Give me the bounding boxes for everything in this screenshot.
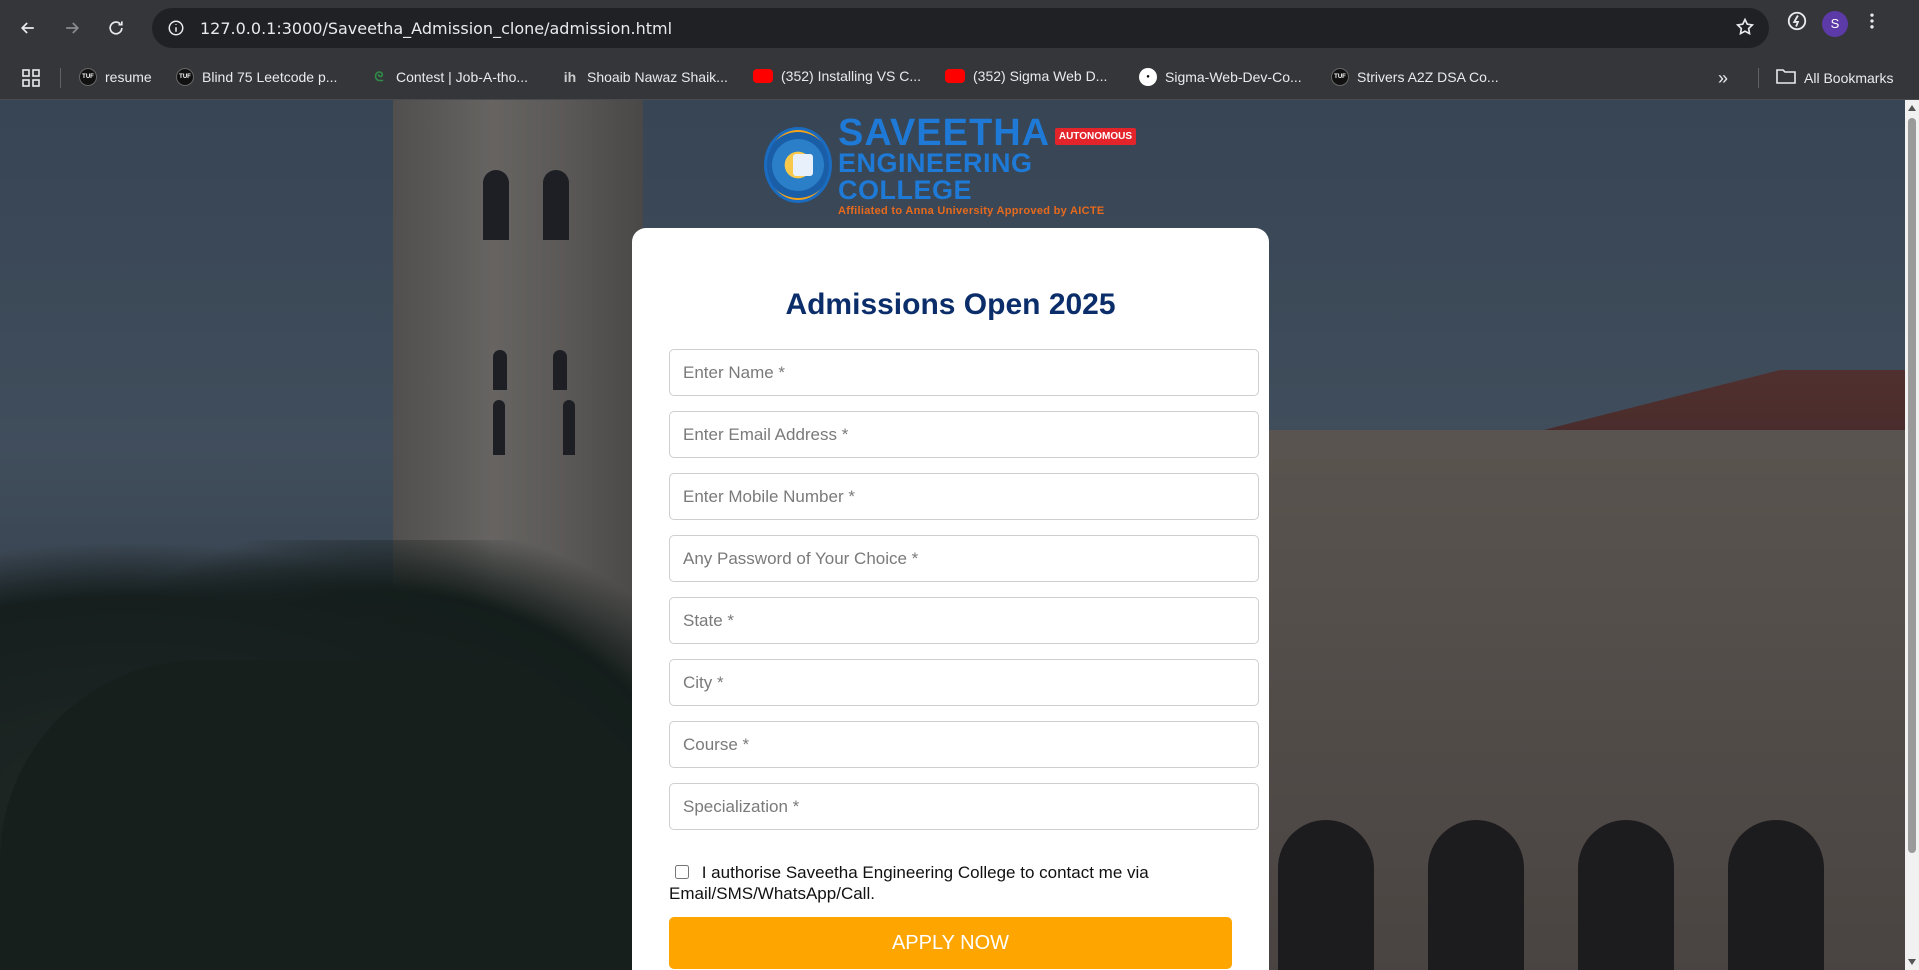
- bookmark-label: Shoaib Nawaz Shaik...: [587, 69, 728, 85]
- specialization-input[interactable]: [669, 783, 1259, 830]
- github-icon: ●: [1139, 68, 1157, 86]
- arrow-left-icon: [20, 22, 34, 34]
- bookmark-item[interactable]: TUF Blind 75 Leetcode p...: [176, 68, 337, 86]
- address-bar[interactable]: 127.0.0.1:3000/Saveetha_Admission_clone/…: [152, 8, 1769, 48]
- tuf-icon: TUF: [1331, 68, 1349, 86]
- tuf-icon: TUF: [79, 68, 97, 86]
- logo-line-3: Affiliated to Anna University Approved b…: [837, 204, 1105, 217]
- consent-text: I authorise Saveetha Engineering College…: [669, 863, 1149, 903]
- gfg-icon: ᘓ: [374, 69, 384, 84]
- scrollbar-thumb[interactable]: [1908, 118, 1916, 853]
- bookmark-label: Contest | Job-A-tho...: [396, 69, 529, 85]
- apply-now-button[interactable]: APPLY NOW: [669, 917, 1232, 969]
- state-input[interactable]: [669, 597, 1259, 644]
- ih-icon: ih: [563, 69, 577, 85]
- apps-grid-icon[interactable]: [22, 69, 40, 92]
- menu-kebab-icon[interactable]: [1862, 11, 1882, 36]
- bookmark-label: (352) Sigma Web D...: [973, 68, 1108, 84]
- browser-toolbar: 127.0.0.1:3000/Saveetha_Admission_clone/…: [0, 0, 1919, 56]
- forward-button[interactable]: [54, 10, 90, 46]
- consent-checkbox[interactable]: [675, 865, 689, 879]
- bookmark-item[interactable]: TUF Strivers A2Z DSA Co...: [1331, 68, 1499, 86]
- logo-line-2: ENGINEERING COLLEGE: [837, 147, 1033, 205]
- arrow-right-icon: [66, 22, 80, 34]
- url-text: 127.0.0.1:3000/Saveetha_Admission_clone/…: [200, 18, 673, 38]
- scroll-up-icon[interactable]: [1908, 105, 1916, 111]
- page-scrollbar[interactable]: [1905, 100, 1919, 970]
- bookmark-item[interactable]: ih Shoaib Nawaz Shaik...: [561, 68, 728, 86]
- college-logo: SAVEETHA ENGINEERING COLLEGE Affiliated …: [764, 114, 1136, 216]
- admission-form-card: Admissions Open 2025 I authorise Saveeth…: [632, 228, 1269, 970]
- bookmark-item[interactable]: (352) Sigma Web D...: [945, 68, 1107, 84]
- reload-button[interactable]: [98, 10, 134, 46]
- email-input[interactable]: [669, 411, 1259, 458]
- course-input[interactable]: [669, 721, 1259, 768]
- all-bookmarks-button[interactable]: All Bookmarks: [1776, 68, 1893, 87]
- bookmark-label: Strivers A2Z DSA Co...: [1357, 69, 1499, 85]
- tuf-icon: TUF: [176, 68, 194, 86]
- bookmark-label: Blind 75 Leetcode p...: [202, 69, 338, 85]
- password-input[interactable]: [669, 535, 1259, 582]
- consent-row: I authorise Saveetha Engineering College…: [669, 862, 1229, 904]
- bookmark-item[interactable]: ᘓ Contest | Job-A-tho...: [370, 68, 528, 86]
- profile-avatar[interactable]: S: [1822, 10, 1848, 37]
- autonomous-badge: AUTONOMOUS: [1054, 128, 1136, 145]
- bookmark-item[interactable]: (352) Installing VS C...: [753, 68, 921, 84]
- back-button[interactable]: [10, 10, 46, 46]
- bookmark-label: Sigma-Web-Dev-Co...: [1165, 69, 1302, 85]
- bookmark-label: resume: [105, 69, 152, 85]
- city-input[interactable]: [669, 659, 1259, 706]
- college-emblem-icon: [764, 127, 832, 203]
- youtube-icon: [753, 69, 773, 83]
- bookmark-item[interactable]: TUF resume: [79, 68, 152, 86]
- form-title: Admissions Open 2025: [785, 288, 1116, 321]
- bookmarks-divider: [1758, 68, 1759, 88]
- extension-icon[interactable]: [1786, 10, 1808, 37]
- bookmarks-bar: TUF resume TUF Blind 75 Leetcode p... ᘓ …: [0, 56, 1919, 100]
- bookmarks-divider: [60, 68, 61, 88]
- name-input[interactable]: [669, 349, 1259, 396]
- mobile-input[interactable]: [669, 473, 1259, 520]
- reload-icon: [109, 21, 123, 35]
- all-bookmarks-label: All Bookmarks: [1804, 69, 1894, 86]
- youtube-icon: [945, 69, 965, 83]
- more-bookmarks-button[interactable]: »: [1718, 68, 1728, 89]
- bookmark-label: (352) Installing VS C...: [781, 68, 922, 84]
- site-info-icon[interactable]: [156, 19, 196, 37]
- scroll-down-icon[interactable]: [1908, 959, 1916, 965]
- bookmark-item[interactable]: ● Sigma-Web-Dev-Co...: [1139, 68, 1302, 86]
- folder-icon: [1776, 68, 1796, 87]
- bookmark-star-icon[interactable]: [1735, 17, 1755, 42]
